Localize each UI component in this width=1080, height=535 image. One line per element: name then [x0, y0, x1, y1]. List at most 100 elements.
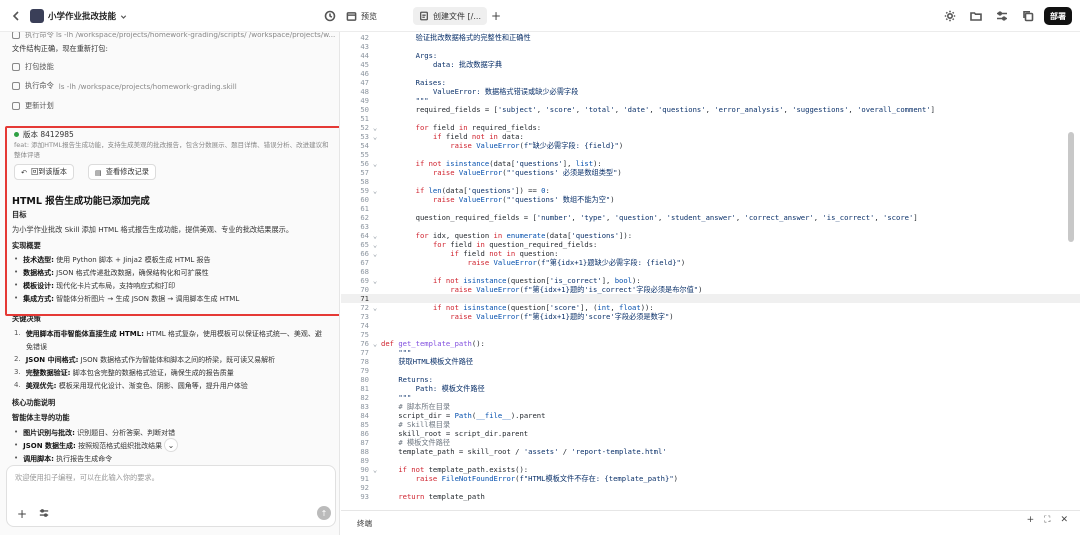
code-line[interactable]: 60 raise ValueError("'questions' 数组不能为空"…	[341, 195, 1080, 204]
code-line[interactable]: 49 """	[341, 96, 1080, 105]
fold-chevron-icon[interactable]: ⌄	[369, 303, 381, 312]
deploy-button[interactable]: 部署	[1044, 7, 1072, 25]
pack-step-row[interactable]: 打包技能	[12, 62, 54, 72]
code-line[interactable]: 53 ⌄ if field not in data:	[341, 132, 1080, 141]
terminal-tab[interactable]: 终端	[357, 518, 372, 529]
fold-chevron-icon[interactable]: ⌄	[369, 231, 381, 240]
code-line[interactable]: 89	[341, 456, 1080, 465]
fold-chevron-icon[interactable]: ⌄	[369, 276, 381, 285]
fold-chevron-icon[interactable]: ⌄	[369, 186, 381, 195]
code-line[interactable]: 70 raise ValueError(f"第{idx+1}题的'is_corr…	[341, 285, 1080, 294]
code-line[interactable]: 90 ⌄ if not template_path.exists():	[341, 465, 1080, 474]
code-line[interactable]: 74	[341, 321, 1080, 330]
code-line[interactable]: 84 script_dir = Path(__file__).parent	[341, 411, 1080, 420]
code-line[interactable]: 52 ⌄ for field in required_fields:	[341, 123, 1080, 132]
structure-ok-text: 文件结构正确，现在重新打包:	[12, 44, 108, 53]
code-line[interactable]: 47 Raises:	[341, 78, 1080, 87]
code-line[interactable]: 67 raise ValueError(f"第{idx+1}题缺少必需字段: {…	[341, 258, 1080, 267]
fold-chevron-icon[interactable]: ⌄	[369, 159, 381, 168]
new-tab-button[interactable]: +	[491, 0, 501, 32]
code-line[interactable]: 54 raise ValueError(f"缺少必需字段: {field}")	[341, 141, 1080, 150]
code-line[interactable]: 87 # 模板文件路径	[341, 438, 1080, 447]
settings-sliders-icon[interactable]	[996, 10, 1008, 22]
code-editor[interactable]: 42 验证批改数据格式的完整性和正确性 43 44 Args: 45 data: 批改…	[341, 32, 1080, 510]
line-number: 88	[360, 447, 369, 456]
code-line[interactable]: 91 raise FileNotFoundError(f"HTML模板文件不存在…	[341, 474, 1080, 483]
scroll-down-button[interactable]: ⌄	[164, 438, 178, 452]
expand-icon[interactable]: ⛶	[1044, 515, 1050, 525]
code-line[interactable]: 85 # Skill根目录	[341, 420, 1080, 429]
tab-preview[interactable]: 预览	[346, 0, 377, 32]
line-number: 73	[360, 312, 369, 321]
chat-input[interactable]	[15, 473, 315, 482]
code-line[interactable]: 83 # 脚本所在目录	[341, 402, 1080, 411]
code-line[interactable]: 71	[341, 294, 1080, 303]
attach-button[interactable]: +	[17, 508, 27, 520]
code-text: raise ValueError("'questions' 数组不能为空")	[432, 195, 615, 204]
folder-icon[interactable]	[970, 10, 982, 22]
update-plan-row[interactable]: 更新计划	[12, 101, 54, 111]
command-step-row[interactable]: 执行命令 ls -lh /workspace/projects/homework…	[12, 32, 335, 40]
back-button[interactable]	[10, 0, 22, 32]
code-line[interactable]: 80 Returns:	[341, 375, 1080, 384]
code-line[interactable]: 76 ⌄ def get_template_path():	[341, 339, 1080, 348]
code-line[interactable]: 44 Args:	[341, 51, 1080, 60]
options-button[interactable]	[39, 508, 49, 520]
code-line[interactable]: 69 ⌄ if not isinstance(question['is_corre…	[341, 276, 1080, 285]
code-line[interactable]: 56 ⌄ if not isinstance(data['questions'],…	[341, 159, 1080, 168]
code-line[interactable]: 43	[341, 42, 1080, 51]
close-icon[interactable]: ✕	[1060, 515, 1068, 525]
code-line[interactable]: 63	[341, 222, 1080, 231]
code-line[interactable]: 57 raise ValueError("'questions' 必须是数组类型…	[341, 168, 1080, 177]
code-line[interactable]: 61	[341, 204, 1080, 213]
code-line[interactable]: 55	[341, 150, 1080, 159]
code-line[interactable]: 59 ⌄ if len(data['questions']) == 0:	[341, 186, 1080, 195]
terminal-step-icon	[12, 32, 20, 39]
code-line[interactable]: 46	[341, 69, 1080, 78]
decision-marker	[14, 342, 21, 352]
line-number: 50	[360, 105, 369, 114]
copy-icon[interactable]	[1022, 10, 1034, 22]
code-line[interactable]: 68	[341, 267, 1080, 276]
code-line[interactable]: 72 ⌄ if not isinstance(question['score'],…	[341, 303, 1080, 312]
command-step-row-2[interactable]: 执行命令 ls -lh /workspace/projects/homework…	[12, 81, 237, 91]
code-line[interactable]: 78 获取HTML模板文件路径	[341, 357, 1080, 366]
code-line[interactable]: 48 ValueError: 数据格式错误或缺少必需字段	[341, 87, 1080, 96]
code-line[interactable]: 42 验证批改数据格式的完整性和正确性	[341, 33, 1080, 42]
code-line[interactable]: 64 ⌄ for idx, question in enumerate(data[…	[341, 231, 1080, 240]
code-line[interactable]: 51	[341, 114, 1080, 123]
code-line[interactable]: 50 required_fields = ['subject', 'score'…	[341, 105, 1080, 114]
code-line[interactable]: 66 ⌄ if field not in question:	[341, 249, 1080, 258]
line-number: 67	[360, 258, 369, 267]
code-line[interactable]: 82 """	[341, 393, 1080, 402]
history-button[interactable]	[324, 0, 336, 32]
fold-chevron-icon[interactable]: ⌄	[369, 132, 381, 141]
code-line[interactable]: 92	[341, 483, 1080, 492]
code-line[interactable]: 79	[341, 366, 1080, 375]
agent-marker: •	[14, 454, 19, 462]
code-line[interactable]: 45 data: 批改数据字典	[341, 60, 1080, 69]
fold-chevron-icon[interactable]: ⌄	[369, 249, 381, 258]
tab-create-file[interactable]: 创建文件 [/...	[413, 7, 487, 25]
code-line[interactable]: 73 raise ValueError(f"第{idx+1}题的'score'字…	[341, 312, 1080, 321]
send-button[interactable]: ↑	[317, 506, 331, 520]
tab-create-file-label: 创建文件 [/...	[433, 11, 481, 21]
code-line[interactable]: 93 return template_path	[341, 492, 1080, 501]
sun-icon[interactable]	[944, 10, 956, 22]
code-line[interactable]: 75	[341, 330, 1080, 339]
code-line[interactable]: 65 ⌄ for field in question_required_field…	[341, 240, 1080, 249]
code-line[interactable]: 62 question_required_fields = ['number',…	[341, 213, 1080, 222]
code-line[interactable]: 77 """	[341, 348, 1080, 357]
fold-chevron-icon[interactable]: ⌄	[369, 465, 381, 474]
project-title-dropdown[interactable]: 小学作业批改技能	[48, 0, 128, 32]
code-line[interactable]: 58	[341, 177, 1080, 186]
fold-chevron-icon[interactable]: ⌄	[369, 240, 381, 249]
editor-scrollbar[interactable]	[1068, 132, 1074, 242]
code-text: question_required_fields = ['number', 't…	[381, 213, 918, 222]
code-line[interactable]: 86 skill_root = script_dir.parent	[341, 429, 1080, 438]
plus-icon[interactable]: +	[1027, 515, 1035, 525]
fold-chevron-icon[interactable]: ⌄	[369, 123, 381, 132]
code-line[interactable]: 81 Path: 模板文件路径	[341, 384, 1080, 393]
fold-chevron-icon[interactable]: ⌄	[369, 339, 381, 348]
code-line[interactable]: 88 template_path = skill_root / 'assets'…	[341, 447, 1080, 456]
